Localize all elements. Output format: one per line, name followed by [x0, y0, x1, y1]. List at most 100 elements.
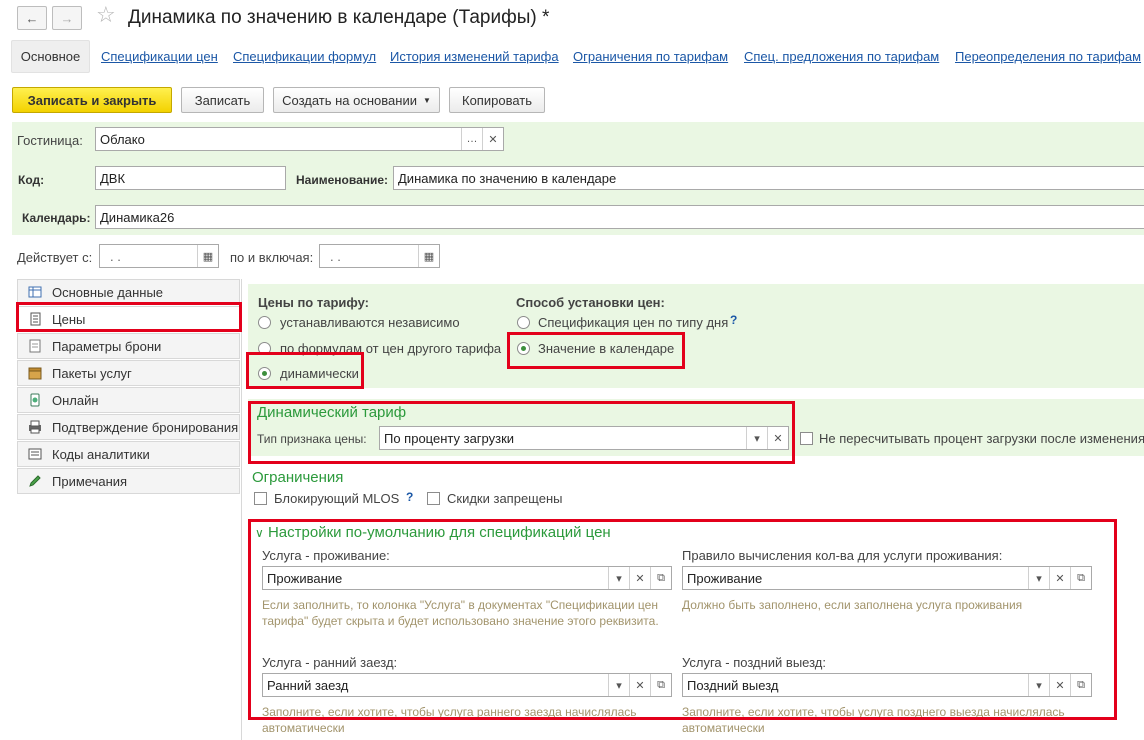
no-recalc-checkbox[interactable]: [800, 432, 813, 445]
save-and-close-button[interactable]: Записать и закрыть: [12, 87, 172, 113]
early-checkin-value: Ранний заезд: [267, 677, 349, 693]
sidebar-item-notes[interactable]: Примечания: [17, 468, 240, 494]
chevron-down-icon: ∨: [255, 526, 264, 540]
help-icon[interactable]: ?: [730, 313, 737, 327]
dropdown-arrow-icon[interactable]: ▾: [746, 427, 767, 449]
rule-field[interactable]: Проживание ▾ ✕ ⧉: [682, 566, 1092, 590]
name-label: Наименование:: [296, 173, 389, 187]
sidebar-divider: [241, 279, 242, 740]
valid-from-label: Действует с:: [17, 250, 93, 265]
price-type-select[interactable]: По проценту загрузки ▾ ✕: [379, 426, 789, 450]
defaults-title-text: Настройки по-умолчанию для спецификаций …: [267, 524, 611, 541]
open-icon[interactable]: ⧉: [1070, 674, 1091, 696]
service-stay-hint: Если заполнить, то колонка "Услуга" в до…: [262, 598, 659, 628]
calendar-field[interactable]: Динамика26: [95, 205, 1144, 229]
back-button[interactable]: ←: [17, 6, 47, 30]
sidebar-item-main-data[interactable]: Основные данные: [17, 279, 240, 305]
name-field[interactable]: Динамика по значению в календаре: [393, 166, 1144, 190]
late-checkout-value: Поздний выезд: [687, 677, 779, 693]
radio-spec-by-daytype-label: Спецификация цен по типу дня: [538, 315, 729, 330]
dropdown-arrow-icon[interactable]: ▾: [1028, 674, 1049, 696]
forward-button[interactable]: →: [52, 6, 82, 30]
tab-tariff-restrictions[interactable]: Ограничения по тарифам: [573, 49, 728, 64]
clear-icon[interactable]: ✕: [482, 128, 503, 150]
radio-independent[interactable]: [258, 316, 271, 329]
radio-by-formulas-label: по формулам от цен другого тарифа: [280, 341, 502, 356]
sidebar-label: Параметры брони: [52, 338, 162, 354]
window-title: Динамика по значению в календаре (Тарифы…: [128, 7, 550, 28]
method-header: Способ установки цен:: [516, 295, 665, 310]
valid-from-value: . .: [110, 248, 121, 264]
hotel-field[interactable]: Облако … ✕: [95, 127, 504, 151]
dropdown-arrow-icon[interactable]: ▾: [608, 567, 629, 589]
create-based-on-button[interactable]: Создать на основании ▼: [273, 87, 440, 113]
hotel-label: Гостиница:: [17, 133, 83, 148]
arrow-left-icon: ←: [25, 10, 39, 26]
sidebar-item-booking-params[interactable]: Параметры брони: [17, 333, 240, 359]
dropdown-arrow-icon[interactable]: ▾: [608, 674, 629, 696]
clear-icon[interactable]: ✕: [767, 427, 788, 449]
price-list-icon: [30, 312, 41, 326]
sidebar-item-booking-confirmation[interactable]: Подтверждение бронирования: [17, 414, 240, 440]
save-button[interactable]: Записать: [181, 87, 264, 113]
calendar-icon[interactable]: ▦: [197, 245, 218, 267]
late-checkout-field[interactable]: Поздний выезд ▾ ✕ ⧉: [682, 673, 1092, 697]
sidebar-item-analytics-codes[interactable]: Коды аналитики: [17, 441, 240, 467]
rule-value: Проживание: [687, 570, 763, 586]
blocking-mlos-label: Блокирующий MLOS: [274, 491, 400, 506]
valid-from-field[interactable]: . . ▦: [99, 244, 219, 268]
tab-price-specs[interactable]: Спецификации цен: [101, 49, 218, 64]
pencil-icon: [29, 475, 41, 487]
clear-icon[interactable]: ✕: [629, 674, 650, 696]
no-discounts-checkbox[interactable]: [427, 492, 440, 505]
sidebar-label: Основные данные: [52, 284, 164, 300]
tab-special-offers[interactable]: Спец. предложения по тарифам: [744, 49, 939, 64]
valid-to-label: по и включая:: [230, 250, 314, 265]
radio-dynamic[interactable]: [258, 367, 271, 380]
sidebar-item-prices[interactable]: Цены: [17, 306, 240, 332]
open-icon[interactable]: ⧉: [1070, 567, 1091, 589]
radio-calendar-value[interactable]: [517, 342, 530, 355]
sidebar-item-service-packages[interactable]: Пакеты услуг: [17, 360, 240, 386]
calendar-icon[interactable]: ▦: [418, 245, 439, 267]
radio-by-formulas[interactable]: [258, 342, 271, 355]
sidebar-label: Цены: [52, 311, 86, 327]
tab-main[interactable]: Основное: [11, 40, 90, 73]
table-icon: [28, 286, 42, 298]
early-checkin-field[interactable]: Ранний заезд ▾ ✕ ⧉: [262, 673, 672, 697]
sidebar-label: Коды аналитики: [52, 446, 150, 462]
tab-formula-specs[interactable]: Спецификации формул: [233, 49, 376, 64]
clear-icon[interactable]: ✕: [629, 567, 650, 589]
tab-overrides[interactable]: Переопределения по тарифам: [955, 49, 1141, 64]
radio-spec-by-daytype[interactable]: [517, 316, 530, 329]
open-icon[interactable]: ⧉: [650, 674, 671, 696]
dynamic-tariff-title: Динамический тариф: [257, 404, 407, 421]
document-icon: [29, 339, 41, 353]
radio-dynamic-label: динамически: [280, 366, 359, 381]
sidebar-label: Онлайн: [52, 392, 99, 408]
codes-icon: [28, 448, 42, 460]
no-discounts-label: Скидки запрещены: [447, 491, 563, 506]
price-type-label: Тип признака цены:: [257, 432, 367, 446]
dropdown-arrow-icon[interactable]: ▾: [1028, 567, 1049, 589]
favorite-star-icon[interactable]: ☆: [96, 2, 116, 28]
rule-label: Правило вычисления кол-ва для услуги про…: [682, 548, 1003, 563]
code-field[interactable]: ДВК: [95, 166, 286, 190]
service-stay-field[interactable]: Проживание ▾ ✕ ⧉: [262, 566, 672, 590]
sidebar-label: Подтверждение бронирования: [52, 419, 239, 435]
select-ellipsis-icon[interactable]: …: [461, 128, 482, 150]
clear-icon[interactable]: ✕: [1049, 674, 1070, 696]
online-icon: [30, 393, 40, 407]
late-checkout-hint: Заполните, если хотите, чтобы услуга поз…: [682, 705, 1065, 735]
copy-button[interactable]: Копировать: [449, 87, 545, 113]
valid-to-field[interactable]: . . ▦: [319, 244, 440, 268]
help-icon[interactable]: ?: [406, 490, 413, 504]
sidebar-label: Пакеты услуг: [52, 365, 132, 381]
clear-icon[interactable]: ✕: [1049, 567, 1070, 589]
sidebar-item-online[interactable]: Онлайн: [17, 387, 240, 413]
open-icon[interactable]: ⧉: [650, 567, 671, 589]
defaults-title[interactable]: ∨ Настройки по-умолчанию для спецификаци…: [255, 524, 611, 541]
blocking-mlos-checkbox[interactable]: [254, 492, 267, 505]
tab-tariff-history[interactable]: История изменений тарифа: [390, 49, 559, 64]
dropdown-arrow-icon: ▼: [422, 95, 431, 105]
